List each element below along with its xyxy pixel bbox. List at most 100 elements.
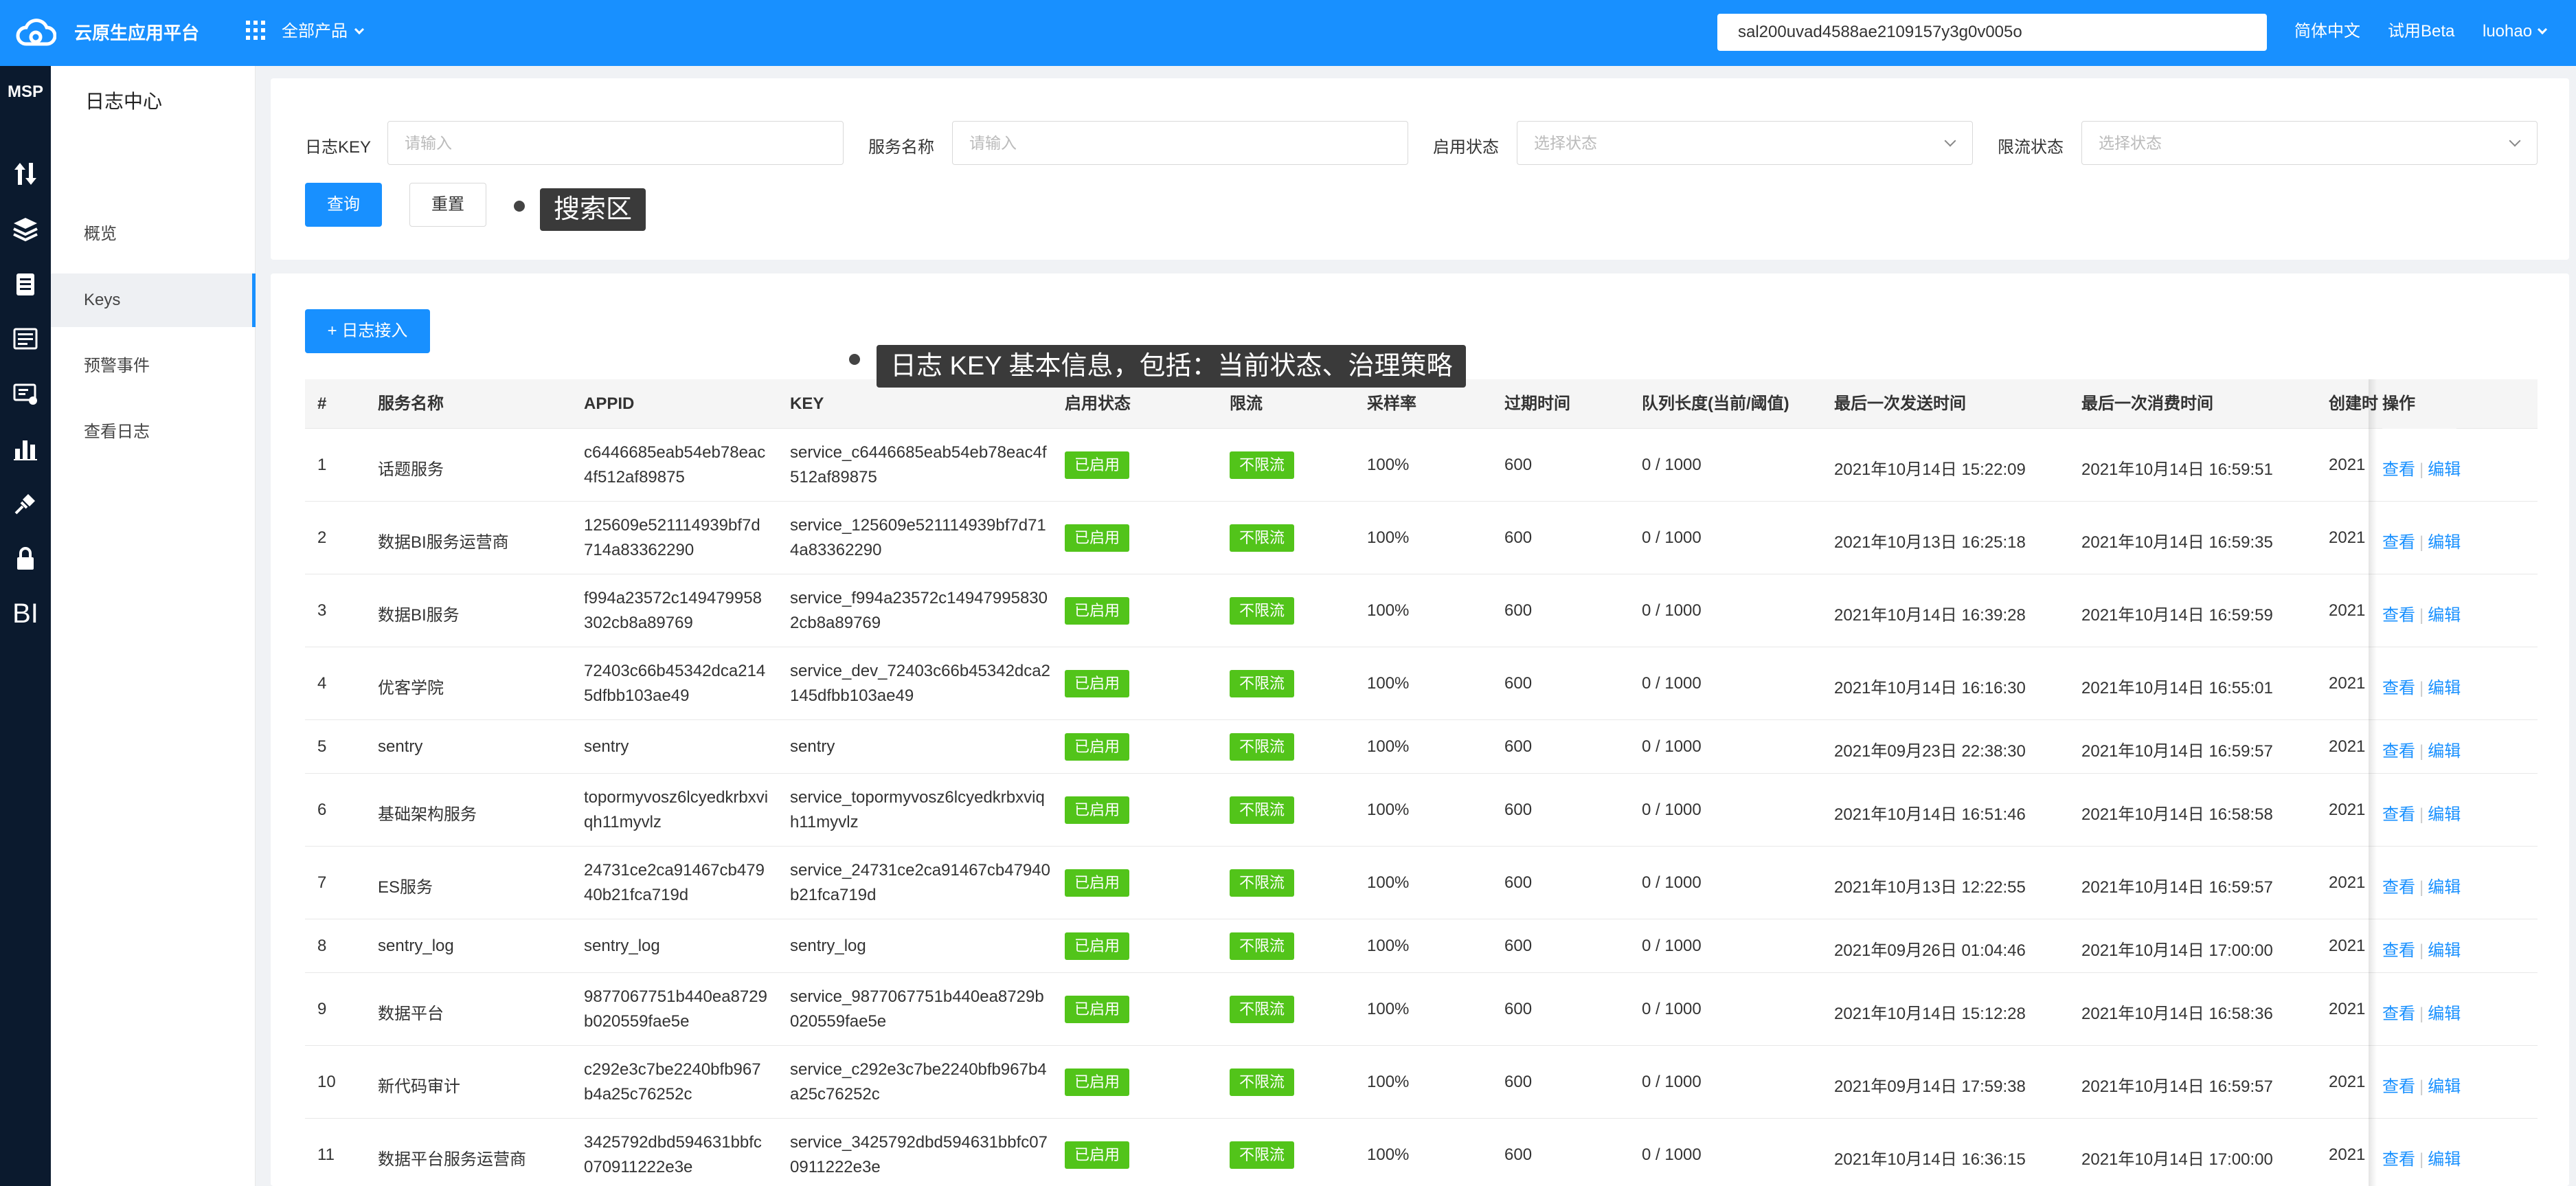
edit-link[interactable]: 编辑 [2428,606,2461,625]
beta-link[interactable]: 试用Beta [2388,0,2454,63]
enable-status-select[interactable]: 选择状态 [1517,121,1973,165]
service-name-cell: 基础架构服务 [378,805,477,824]
column-header: 最后一次消费时间 [2081,394,2213,413]
edit-link[interactable]: 编辑 [2428,941,2461,960]
rate-limit-badge: 不限流 [1230,670,1295,697]
row-actions: 查看 | 编辑 [2382,674,2461,698]
service-name-input[interactable]: 请输入 [952,121,1408,165]
enable-status-label: 启用状态 [1433,138,1499,157]
up-down-arrows-icon[interactable] [7,155,44,192]
rate-limit-badge: 不限流 [1230,451,1295,479]
cloud-logo-icon[interactable] [15,18,56,48]
view-link[interactable]: 查看 [2382,679,2415,697]
expire-time-cell: 600 [1504,873,1533,892]
all-products-menu[interactable]: 全部产品 [282,0,365,63]
queue-length-cell: 0 / 1000 [1642,1073,1702,1091]
sidebar-item-view-logs[interactable]: 查看日志 [51,405,256,459]
limit-status-select[interactable]: 选择状态 [2081,121,2538,165]
view-link[interactable]: 查看 [2382,460,2415,479]
tooltip-dot [849,354,860,365]
view-link[interactable]: 查看 [2382,1150,2415,1169]
view-link[interactable]: 查看 [2382,606,2415,625]
edit-link[interactable]: 编辑 [2428,805,2461,824]
chevron-down-icon [1944,135,1956,147]
reset-button[interactable]: 重置 [409,183,486,227]
enabled-status-badge: 已启用 [1065,1068,1130,1096]
edit-link[interactable]: 编辑 [2428,1005,2461,1023]
appid-cell: 24731ce2ca91467cb47940b21fca719d [584,861,765,904]
last-consume-time-cell: 2021年10月14日 16:59:57 [2081,742,2273,761]
clipboard-list-icon[interactable] [7,265,44,302]
last-send-time-cell: 2021年09月14日 17:59:38 [1834,1077,2026,1096]
sample-rate-cell: 100% [1367,1000,1410,1018]
lock-icon[interactable] [7,540,44,577]
monitor-alert-icon[interactable] [7,375,44,412]
expire-time-cell: 600 [1504,674,1533,693]
enabled-status-badge: 已启用 [1065,733,1130,761]
column-header: APPID [584,394,635,413]
sample-rate-cell: 100% [1367,674,1410,693]
enabled-status-badge: 已启用 [1065,670,1130,697]
column-header: 服务名称 [378,394,444,413]
service-name-cell: 新代码审计 [378,1077,460,1096]
layers-icon[interactable] [7,210,44,247]
column-header: 操作 [2382,379,2456,429]
view-link[interactable]: 查看 [2382,742,2415,761]
column-header: # [317,394,327,413]
language-switch[interactable]: 简体中文 [2294,0,2360,63]
expire-time-cell: 600 [1504,801,1533,819]
edit-link[interactable]: 编辑 [2428,679,2461,697]
brand-title[interactable]: 云原生应用平台 [74,0,199,66]
log-key-input[interactable]: 请输入 [387,121,844,165]
action-separator: | [2419,1150,2424,1169]
edit-link[interactable]: 编辑 [2428,1150,2461,1169]
apps-grid-icon[interactable] [246,21,265,40]
view-link[interactable]: 查看 [2382,805,2415,824]
bar-chart-icon[interactable] [7,430,44,467]
view-link[interactable]: 查看 [2382,1005,2415,1023]
action-separator: | [2419,606,2424,625]
view-link[interactable]: 查看 [2382,941,2415,960]
service-name-cell: sentry [378,737,423,756]
queue-length-cell: 0 / 1000 [1642,937,1702,955]
edit-link[interactable]: 编辑 [2428,1077,2461,1096]
expire-time-cell: 600 [1504,528,1533,547]
edit-link[interactable]: 编辑 [2428,460,2461,479]
row-actions: 查看 | 编辑 [2382,801,2461,825]
queue-length-cell: 0 / 1000 [1642,737,1702,756]
table-row: 6 基础架构服务 topormyvosz6lcyedkrbxviqh11myvlz s… [305,774,2538,847]
sidebar-item-keys[interactable]: Keys [51,273,256,327]
user-name: luohao [2483,22,2533,41]
column-header: KEY [790,394,824,413]
view-link[interactable]: 查看 [2382,533,2415,552]
all-products-label: 全部产品 [282,22,348,41]
sample-rate-cell: 100% [1367,601,1410,620]
created-time-cell: 2021 [2329,1073,2366,1091]
user-menu[interactable]: luohao [2483,0,2548,63]
query-button[interactable]: 查询 [305,183,382,227]
last-send-time-cell: 2021年10月13日 12:22:55 [1834,878,2026,897]
monitor-list-icon[interactable] [7,320,44,357]
global-search-input[interactable]: sal200uvad4588ae2109157y3g0v005o [1717,14,2267,51]
sidebar-item-overview[interactable]: 概览 [51,208,256,261]
table-row: 2 数据BI服务运营商 125609e521114939bf7d714a833622… [305,502,2538,574]
view-link[interactable]: 查看 [2382,878,2415,897]
last-consume-time-cell: 2021年10月14日 17:00:00 [2081,1150,2273,1169]
edit-link[interactable]: 编辑 [2428,878,2461,897]
view-link[interactable]: 查看 [2382,1077,2415,1096]
rate-limit-badge: 不限流 [1230,932,1295,960]
rate-limit-badge: 不限流 [1230,597,1295,625]
edit-link[interactable]: 编辑 [2428,533,2461,552]
expire-time-cell: 600 [1504,937,1533,955]
msp-label[interactable]: MSP [0,82,51,102]
table-row: 3 数据BI服务 f994a23572c149479958302cb8a89769 s… [305,574,2538,647]
sidebar-item-alert-events[interactable]: 预警事件 [51,339,256,393]
last-consume-time-cell: 2021年10月14日 16:59:59 [2081,606,2273,625]
bi-icon[interactable]: BI [7,595,44,632]
add-log-button[interactable]: + 日志接入 [305,309,430,353]
search-panel [271,78,2569,260]
plug-icon[interactable] [7,485,44,522]
edit-link[interactable]: 编辑 [2428,742,2461,761]
created-time-cell: 2021 [2329,1000,2366,1018]
created-time-cell: 2021 [2329,1145,2366,1164]
